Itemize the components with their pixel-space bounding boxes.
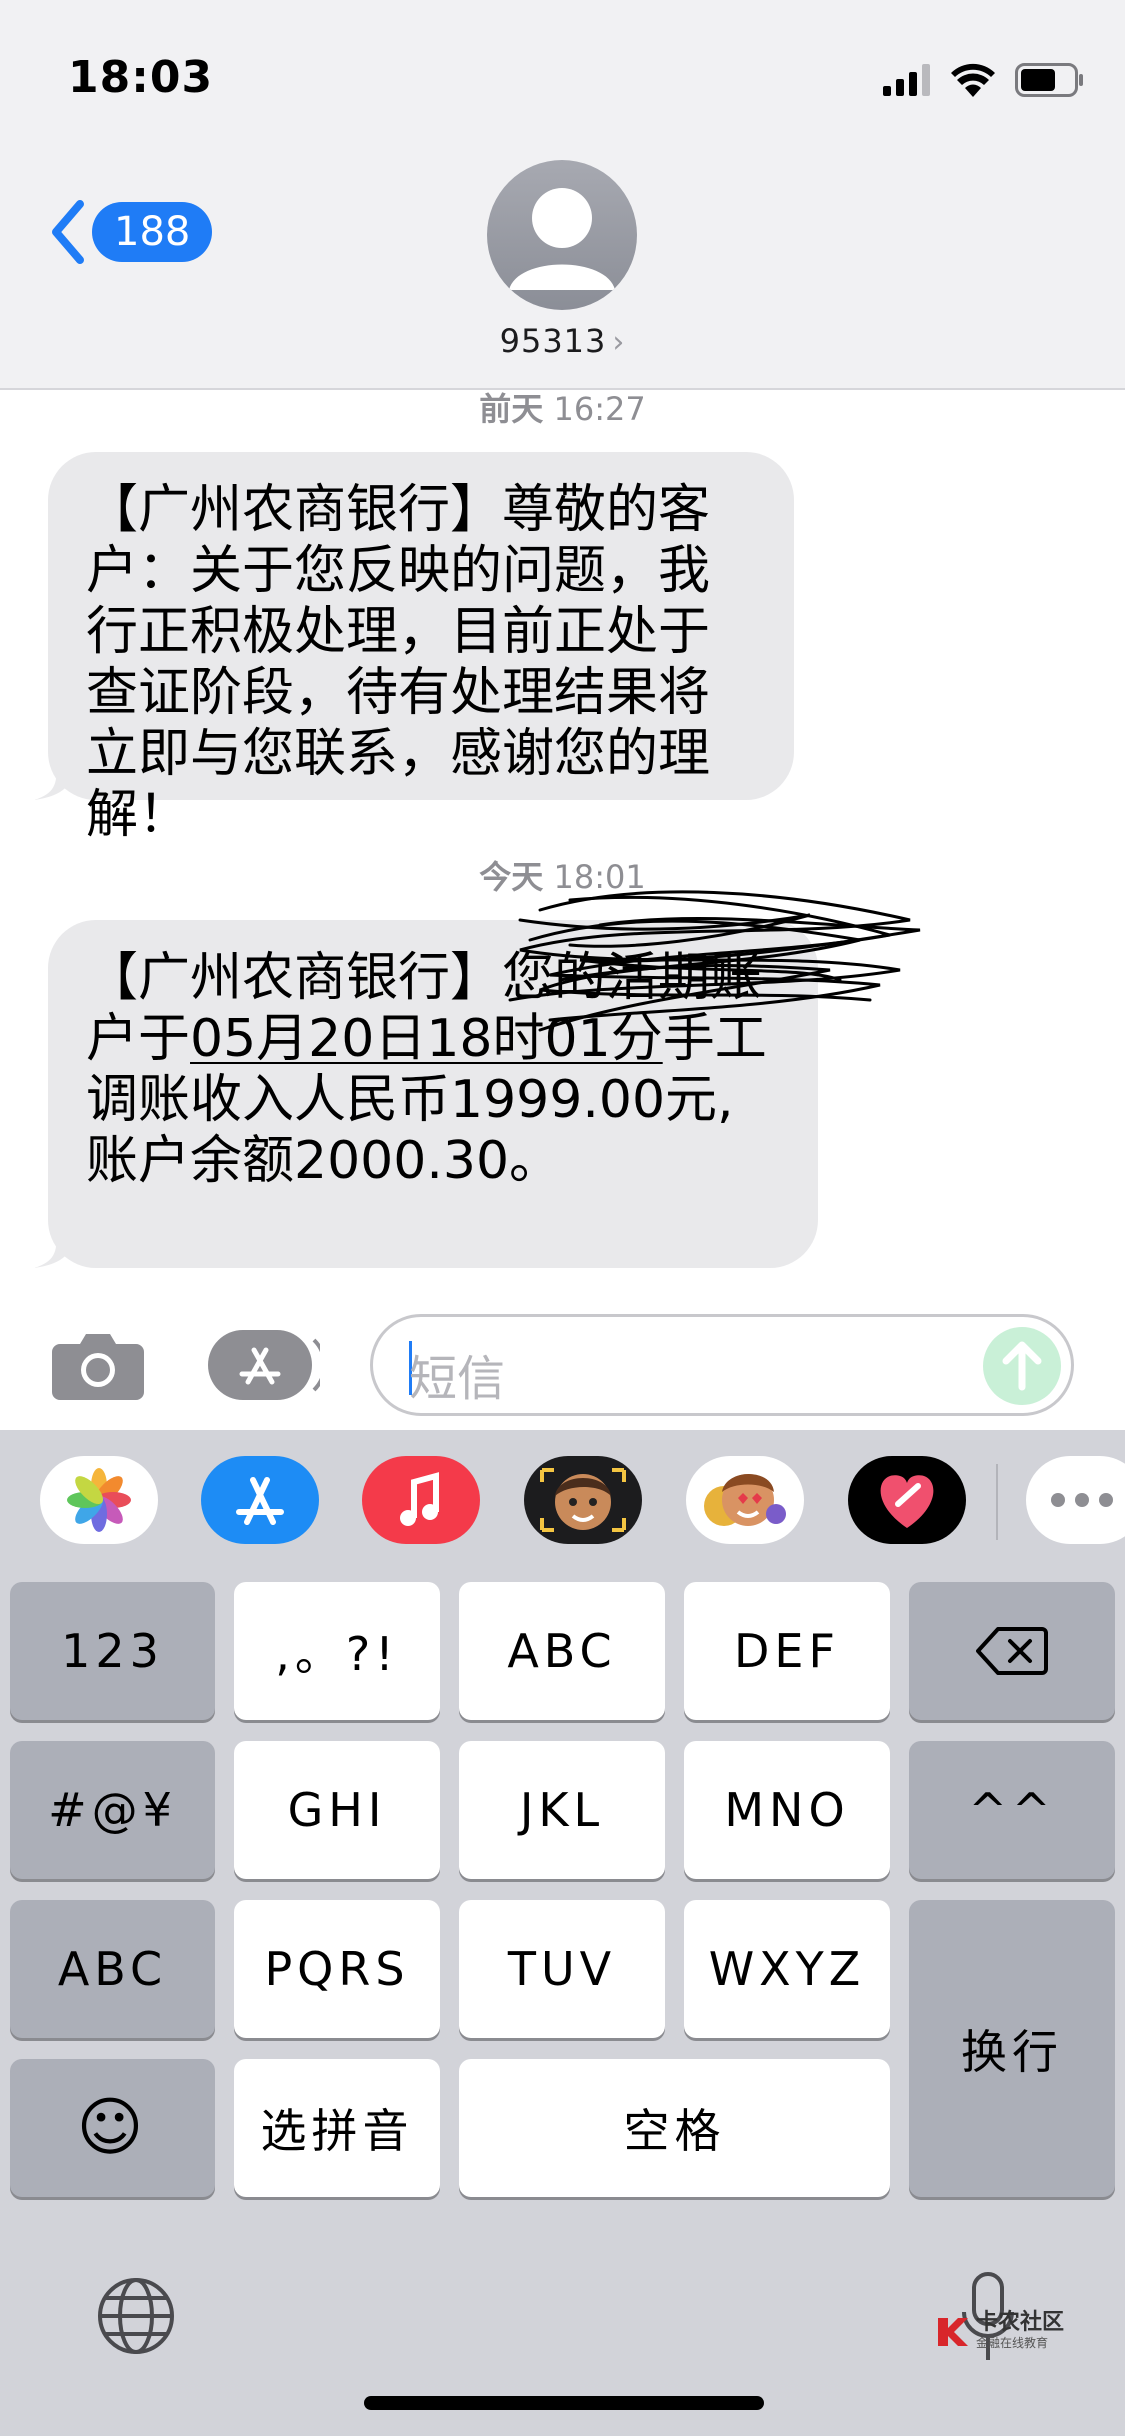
- backspace-icon: [976, 1627, 1048, 1675]
- key-symbols[interactable]: #@¥: [10, 1741, 215, 1879]
- watermark-title: 卡农社区: [976, 2310, 1065, 2335]
- animoji-icon[interactable]: [686, 1456, 804, 1544]
- key-abc[interactable]: ABC: [459, 1582, 665, 1720]
- person-icon: [509, 188, 615, 290]
- app-store-icon[interactable]: [201, 1456, 319, 1544]
- arrow-up-icon: [1002, 1341, 1042, 1391]
- message-timestamp: 今天 18:01: [0, 852, 1125, 898]
- bubble-tail: [34, 1232, 74, 1268]
- emoji-key[interactable]: ☺: [10, 2059, 215, 2197]
- timestamp-time: 16:27: [553, 390, 646, 428]
- timestamp-day: 今天: [479, 858, 544, 896]
- photos-icon[interactable]: [40, 1456, 158, 1544]
- space-key[interactable]: 空格: [459, 2059, 890, 2197]
- key-mno[interactable]: MNO: [684, 1741, 890, 1879]
- chevron-left-icon: [52, 200, 84, 264]
- compose-bar: 短信: [0, 1290, 1125, 1430]
- camera-icon: [52, 1334, 144, 1400]
- status-time: 18:03: [68, 52, 214, 103]
- key-ghi[interactable]: GHI: [234, 1741, 440, 1879]
- watermark: 卡农社区 金融在线教育: [934, 2312, 1064, 2351]
- globe-icon[interactable]: [96, 2276, 176, 2356]
- watermark-logo: [938, 2317, 968, 2346]
- conversation-header: 18:03 188 95313 ›: [0, 0, 1125, 390]
- key-pqrs[interactable]: PQRS: [234, 1900, 440, 2038]
- camera-button[interactable]: [52, 1330, 144, 1400]
- key-punctuation[interactable]: ,。?!: [234, 1582, 440, 1720]
- imessage-app-strip: [0, 1430, 1125, 1570]
- contact-name[interactable]: 95313 ›: [0, 322, 1125, 360]
- music-icon[interactable]: [362, 1456, 480, 1544]
- message-input[interactable]: 短信: [370, 1314, 1074, 1416]
- unread-count-badge: 188: [92, 202, 213, 262]
- keyboard-area: 123 ,。?! ABC DEF #@¥ GHI JKL MNO ^^ ABC …: [0, 1430, 1125, 2436]
- digital-touch-icon[interactable]: [848, 1456, 966, 1544]
- return-key[interactable]: 换行: [909, 1900, 1115, 2197]
- message-text-prefix: 【广州农商银行】您: [86, 948, 555, 1008]
- battery-icon: [1015, 63, 1083, 97]
- message-text: 【广州农商银行】尊敬的客户：关于您反映的问题，我行正积极处理，目前正处于查证阶段…: [86, 480, 711, 845]
- cellular-signal-icon: [883, 64, 930, 96]
- message-input-placeholder: 短信: [409, 1351, 506, 1407]
- delete-key[interactable]: [909, 1582, 1115, 1720]
- home-indicator: [364, 2396, 764, 2410]
- chevron-right-icon: ›: [612, 325, 626, 360]
- message-bubble[interactable]: 【广州农商银行】您的活期账户于05月20日18时01分手工调账收入人民币1999…: [34, 920, 818, 1268]
- key-emoticon-face[interactable]: ^^: [909, 1741, 1115, 1879]
- contact-avatar[interactable]: [487, 160, 637, 310]
- bubble-tail: [34, 764, 74, 800]
- back-button[interactable]: 188: [48, 200, 213, 264]
- message-timestamp: 前天 16:27: [0, 384, 1125, 430]
- timestamp-day: 前天: [479, 390, 544, 428]
- date-link[interactable]: 05月20日18时01分: [190, 1009, 663, 1069]
- key-jkl[interactable]: JKL: [459, 1741, 665, 1879]
- key-123[interactable]: 123: [10, 1582, 215, 1720]
- memoji-icon[interactable]: [524, 1456, 642, 1544]
- app-store-button[interactable]: [208, 1330, 327, 1400]
- app-store-icon: [208, 1330, 327, 1400]
- timestamp-time: 18:01: [553, 858, 646, 896]
- key-def[interactable]: DEF: [684, 1582, 890, 1720]
- message-bubble[interactable]: 【广州农商银行】尊敬的客户：关于您反映的问题，我行正积极处理，目前正处于查证阶段…: [34, 452, 794, 845]
- wifi-icon: [951, 63, 995, 97]
- contact-number: 95313: [499, 322, 607, 360]
- strip-divider: [996, 1464, 998, 1540]
- status-icons: [883, 60, 1085, 100]
- key-pinyin-select[interactable]: 选拼音: [234, 2059, 440, 2197]
- key-tuv[interactable]: TUV: [459, 1900, 665, 2038]
- send-button[interactable]: [983, 1327, 1061, 1405]
- more-apps-icon[interactable]: [1026, 1456, 1125, 1544]
- key-latin-abc[interactable]: ABC: [10, 1900, 215, 2038]
- key-wxyz[interactable]: WXYZ: [684, 1900, 890, 2038]
- watermark-subtitle: 金融在线教育: [976, 2336, 1049, 2350]
